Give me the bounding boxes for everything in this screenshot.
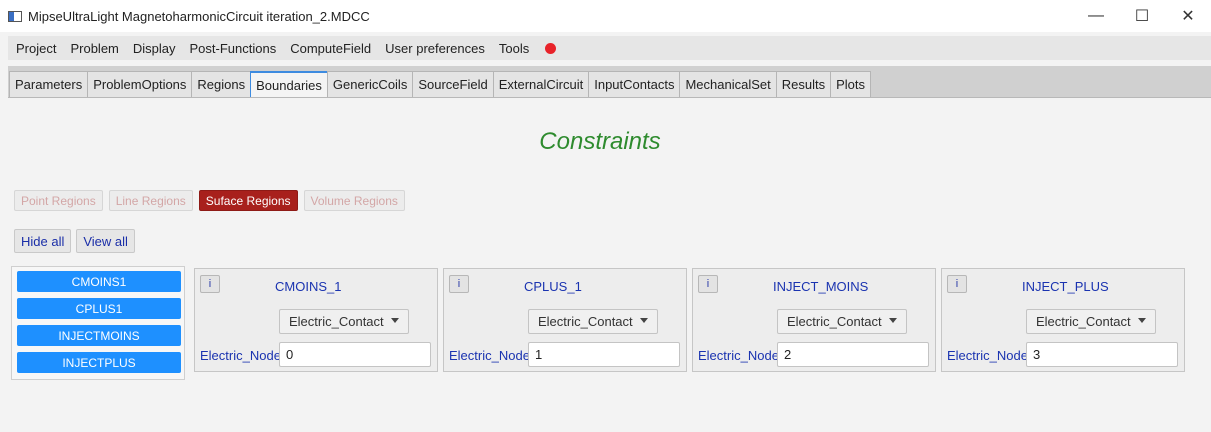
contact-type-value: Electric_Contact <box>538 314 633 329</box>
chevron-down-icon <box>640 318 648 323</box>
contact-name: CPLUS_1 <box>524 279 582 294</box>
tab-sourcefield[interactable]: SourceField <box>412 71 494 97</box>
contact-type-select[interactable]: Electric_Contact <box>528 309 658 334</box>
region-type-selector: Point Regions Line Regions Suface Region… <box>14 190 411 211</box>
contact-type-value: Electric_Contact <box>787 314 882 329</box>
view-all-button[interactable]: View all <box>76 229 135 253</box>
electric-node-label: Electric_Node <box>449 348 530 363</box>
window-title: MipseUltraLight MagnetoharmonicCircuit i… <box>28 8 370 24</box>
electric-node-label: Electric_Node <box>947 348 1028 363</box>
tab-results[interactable]: Results <box>775 71 832 97</box>
electric-node-input[interactable] <box>279 342 431 367</box>
tab-boundaries[interactable]: Boundaries <box>250 71 328 97</box>
contact-type-select[interactable]: Electric_Contact <box>1026 309 1156 334</box>
menu-tools[interactable]: Tools <box>499 41 529 56</box>
chevron-down-icon <box>1138 318 1146 323</box>
volume-regions-button[interactable]: Volume Regions <box>303 190 405 211</box>
menu-user-preferences[interactable]: User preferences <box>385 41 485 56</box>
tab-externalcircuit[interactable]: ExternalCircuit <box>492 71 590 97</box>
menu-problem[interactable]: Problem <box>70 41 118 56</box>
electric-node-input[interactable] <box>777 342 929 367</box>
menu-display[interactable]: Display <box>133 41 176 56</box>
contact-type-select[interactable]: Electric_Contact <box>279 309 409 334</box>
page-title: Constraints <box>539 128 661 155</box>
tab-problemoptions[interactable]: ProblemOptions <box>87 71 193 97</box>
title-bar: MipseUltraLight MagnetoharmonicCircuit i… <box>0 0 1211 32</box>
app-window-icon <box>8 10 22 22</box>
contact-type-value: Electric_Contact <box>289 314 384 329</box>
tab-regions[interactable]: Regions <box>191 71 252 97</box>
region-item-cmoins1[interactable]: CMOINS1 <box>17 271 181 292</box>
surface-regions-button[interactable]: Suface Regions <box>198 190 298 211</box>
region-list: CMOINS1 CPLUS1 INJECTMOINS INJECTPLUS <box>11 266 185 380</box>
menu-computefield[interactable]: ComputeField <box>290 41 371 56</box>
point-regions-button[interactable]: Point Regions <box>14 190 103 211</box>
tab-plots[interactable]: Plots <box>830 71 871 97</box>
region-item-cplus1[interactable]: CPLUS1 <box>17 298 181 319</box>
record-indicator-icon <box>545 42 557 54</box>
tab-parameters[interactable]: Parameters <box>9 71 89 97</box>
contact-name: INJECT_MOINS <box>773 279 869 294</box>
electric-node-label: Electric_Node <box>698 348 779 363</box>
tab-genericcoils[interactable]: GenericCoils <box>326 71 414 97</box>
contact-panel-inject-moins: i INJECT_MOINS Electric_Contact Electric… <box>692 268 936 372</box>
contact-panel-inject-plus: i INJECT_PLUS Electric_Contact Electric_… <box>941 268 1185 372</box>
electric-node-input[interactable] <box>528 342 680 367</box>
hide-all-button[interactable]: Hide all <box>14 229 72 253</box>
close-button[interactable]: ✕ <box>1165 0 1211 32</box>
window-controls: — ☐ ✕ <box>1073 0 1211 32</box>
tab-inputcontacts[interactable]: InputContacts <box>588 71 681 97</box>
menu-post-functions[interactable]: Post-Functions <box>190 41 277 56</box>
contact-name: INJECT_PLUS <box>1022 279 1109 294</box>
menu-project[interactable]: Project <box>16 41 56 56</box>
visibility-controls: Hide all View all <box>14 229 140 253</box>
region-item-injectmoins[interactable]: INJECTMOINS <box>17 325 181 346</box>
minimize-button[interactable]: — <box>1073 0 1119 32</box>
chevron-down-icon <box>391 318 399 323</box>
line-regions-button[interactable]: Line Regions <box>108 190 193 211</box>
electric-node-input[interactable] <box>1026 342 1178 367</box>
contact-type-value: Electric_Contact <box>1036 314 1131 329</box>
contact-type-select[interactable]: Electric_Contact <box>777 309 907 334</box>
contact-name: CMOINS_1 <box>275 279 342 294</box>
contact-panel-cmoins: i CMOINS_1 Electric_Contact Electric_Nod… <box>194 268 438 372</box>
tab-strip: Parameters ProblemOptions Regions Bounda… <box>8 66 1211 98</box>
maximize-button[interactable]: ☐ <box>1119 0 1165 32</box>
electric-node-label: Electric_Node <box>200 348 281 363</box>
menu-bar: Project Problem Display Post-Functions C… <box>8 36 1211 60</box>
tab-mechanicalset[interactable]: MechanicalSet <box>679 71 777 97</box>
contact-panel-cplus: i CPLUS_1 Electric_Contact Electric_Node <box>443 268 687 372</box>
chevron-down-icon <box>889 318 897 323</box>
region-item-injectplus[interactable]: INJECTPLUS <box>17 352 181 373</box>
